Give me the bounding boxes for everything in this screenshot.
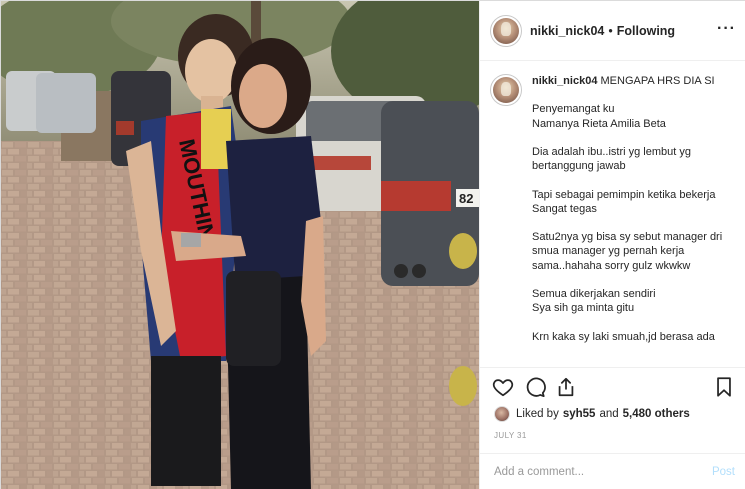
avatar-image: [493, 77, 519, 103]
svg-text:82: 82: [459, 191, 473, 206]
caption-line: Namanya Rieta Amilia Beta: [532, 117, 666, 130]
caption-first-line: nikki_nick04 MENGAPA HRS DIA SI: [532, 74, 737, 88]
comment-icon[interactable]: [524, 376, 546, 398]
instagram-post: 82 MOUTHING nikki_nick04 • Following ···…: [0, 0, 745, 489]
photo-illustration: 82 MOUTHING: [1, 1, 479, 489]
caption-title: MENGAPA HRS DIA SI: [600, 75, 715, 87]
caption-line: [532, 173, 737, 187]
caption-line: Krn kaka sy laki smuah,jd berasa ada: [532, 330, 715, 343]
caption-line: Sya sih ga minta gitu: [532, 302, 635, 315]
caption-text: nikki_nick04 MENGAPA HRS DIA SI Penyeman…: [532, 74, 737, 344]
caption-avatar[interactable]: [490, 74, 522, 106]
separator-dot: •: [608, 23, 613, 38]
post-header: nikki_nick04 • Following ···: [480, 1, 745, 61]
following-button[interactable]: Following: [617, 24, 675, 38]
caption-line: [532, 273, 737, 287]
post-comment-button[interactable]: Post: [712, 466, 735, 478]
author-avatar[interactable]: [490, 14, 522, 47]
avatar-image: [493, 17, 519, 44]
caption-line: Penyemangat ku: [532, 103, 615, 116]
caption-line: [532, 88, 737, 102]
caption-username[interactable]: nikki_nick04: [532, 75, 597, 87]
caption-line: smua manager yg pernah kerja: [532, 245, 685, 258]
caption-area: nikki_nick04 MENGAPA HRS DIA SI Penyeman…: [480, 62, 745, 367]
author-username[interactable]: nikki_nick04: [530, 24, 604, 38]
heart-icon[interactable]: [492, 376, 514, 398]
caption-line: Dia adalah ibu..istri yg lembut yg: [532, 145, 691, 158]
liker-avatar[interactable]: [494, 406, 510, 422]
likes-others-count[interactable]: 5,480 others: [623, 408, 690, 420]
caption-line: Satu2nya yg bisa sy sebut manager dri: [532, 231, 723, 244]
comment-input[interactable]: [494, 466, 694, 478]
caption-line: [532, 131, 737, 145]
share-icon[interactable]: [555, 376, 577, 398]
caption-line: [532, 315, 737, 329]
caption-line: Semua dikerjakan sendiri: [532, 287, 656, 300]
post-date[interactable]: JULY 31: [494, 431, 527, 440]
more-options-icon[interactable]: ···: [717, 21, 735, 38]
post-side-panel: nikki_nick04 • Following ··· nikki_nick0…: [479, 1, 745, 489]
liker-username[interactable]: syh55: [563, 408, 596, 420]
caption-line: [532, 216, 737, 230]
caption-line: Sangat tegas: [532, 202, 597, 215]
caption-line: bertanggung jawab: [532, 160, 626, 173]
header-text: nikki_nick04 • Following: [530, 24, 675, 38]
caption-line: Tapi sebagai pemimpin ketika bekerja: [532, 188, 716, 201]
caption-line: sama..hahaha sorry gulz wkwkw: [532, 259, 691, 272]
bookmark-icon[interactable]: [713, 376, 735, 398]
likes-summary: Liked by syh55 and 5,480 others: [494, 405, 690, 423]
likes-joiner: and: [599, 408, 619, 420]
action-bar: [480, 367, 745, 405]
likes-prefix: Liked by: [516, 408, 559, 420]
post-photo[interactable]: 82 MOUTHING: [1, 1, 479, 489]
caption-lines: Penyemangat ku Namanya Rieta Amilia Beta D…: [532, 88, 737, 344]
caption-row: nikki_nick04 MENGAPA HRS DIA SI Penyeman…: [490, 74, 737, 344]
comment-box: Post: [480, 453, 745, 489]
